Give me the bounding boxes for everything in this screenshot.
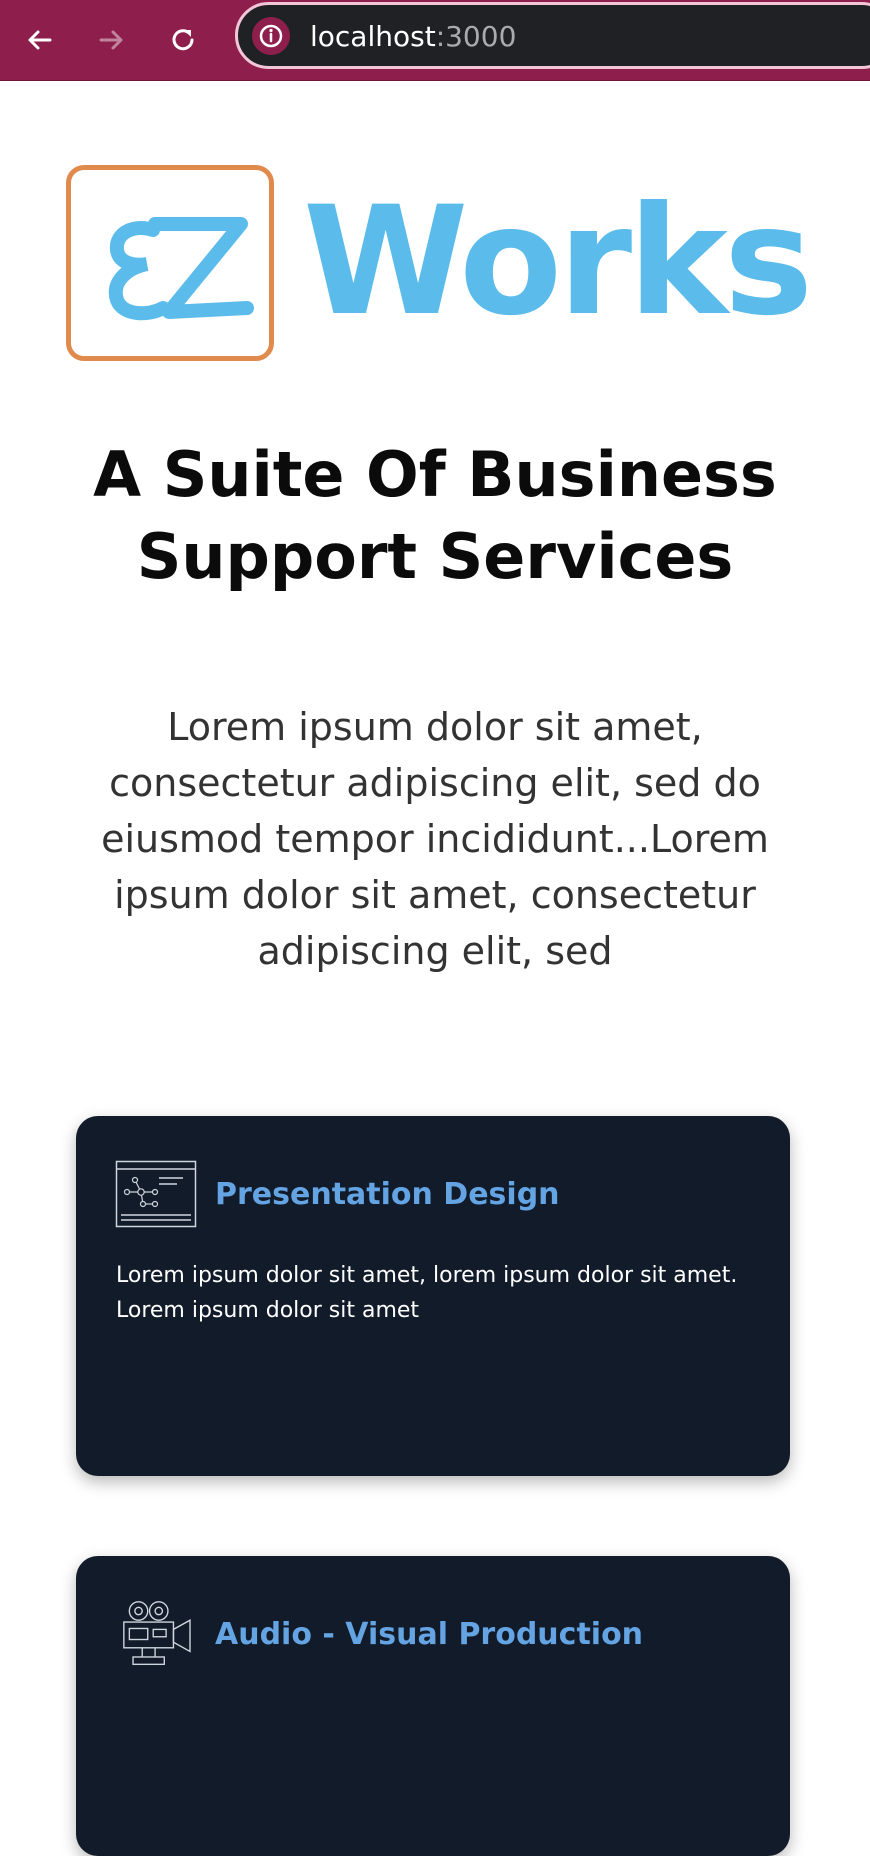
reload-icon	[172, 29, 194, 51]
logo-frame	[66, 165, 274, 361]
page-title: A Suite Of Business Support Services	[60, 434, 810, 598]
reload-button[interactable]	[160, 17, 206, 63]
url-host: localhost	[310, 20, 436, 53]
title-line-2: Support Services	[136, 520, 734, 593]
address-bar[interactable]: localhost:3000	[235, 2, 870, 69]
video-camera-icon	[123, 1601, 191, 1666]
service-card-audio-visual-production[interactable]: Audio - Visual Production	[76, 1556, 790, 1856]
arrow-right-icon	[99, 30, 123, 50]
back-button[interactable]	[17, 17, 63, 63]
site-info-button[interactable]	[252, 17, 290, 55]
ezworks-logo: Works	[63, 162, 813, 367]
arrow-left-icon	[28, 30, 52, 50]
intro-text: Lorem ipsum dolor sit amet, consectetur …	[101, 705, 769, 973]
service-card-presentation-design[interactable]: Presentation Design Lorem ipsum dolor si…	[76, 1116, 790, 1476]
url-port: :3000	[435, 20, 517, 53]
browser-toolbar: localhost:3000	[0, 0, 870, 81]
ez-mark-icon	[108, 217, 254, 321]
service-title: Audio - Visual Production	[215, 1617, 644, 1652]
forward-button[interactable]	[88, 17, 134, 63]
presentation-board-icon	[115, 1160, 197, 1228]
logo-wordmark: Works	[303, 175, 813, 349]
page-content: Works A Suite Of Business Support Servic…	[0, 82, 870, 1856]
service-title: Presentation Design	[215, 1177, 560, 1212]
url-text: localhost:3000	[310, 21, 516, 53]
service-description: Lorem ipsum dolor sit amet, lorem ipsum …	[116, 1263, 738, 1323]
title-line-1: A Suite Of Business	[93, 438, 777, 511]
info-icon	[259, 24, 283, 48]
